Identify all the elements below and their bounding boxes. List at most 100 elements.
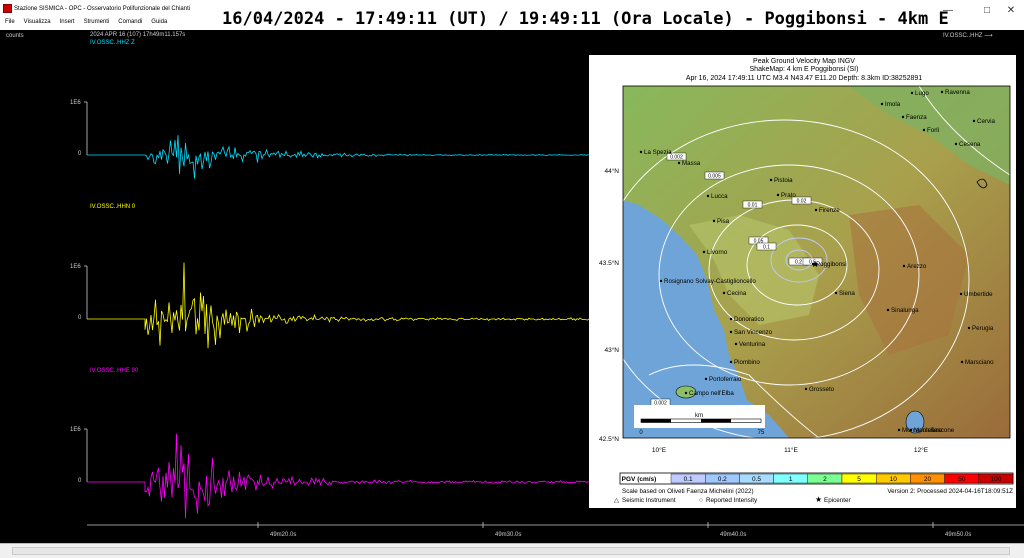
scale-label-z: 1E6 [70, 100, 81, 106]
app-icon [3, 4, 12, 13]
legend-value: 1 [789, 476, 793, 483]
close-button[interactable]: ✕ [1004, 5, 1018, 16]
city-label: Rosignano Solvay-Castiglioncello [664, 278, 756, 285]
city-label: Poggibonsi [816, 261, 847, 268]
menu-file[interactable]: File [5, 19, 15, 25]
time-tick: 49m30.0s [495, 532, 522, 538]
city-label: Grosseto [809, 386, 835, 393]
city-label: La Spezia [644, 149, 672, 156]
menu-guida[interactable]: Guida [151, 19, 167, 25]
city-label: Lugo [915, 90, 929, 97]
instrument-marker: △ [614, 497, 620, 504]
horizontal-scrollbar[interactable] [12, 547, 1010, 555]
contour-label: 0.2 [795, 260, 802, 266]
legend-value: 2 [823, 476, 827, 483]
scale-unit: km [695, 413, 703, 419]
title-bar: Stazione SISMICA - OPC - Osservatorio Po… [0, 0, 1024, 29]
city-label: Cervia [977, 118, 995, 125]
window-title: 16/04/2024 - 17:49:11 (UT) / 19:49:11 (O… [222, 9, 949, 29]
city-label: Cesena [959, 141, 981, 148]
city-label: Faenza [906, 114, 927, 121]
contour-label: 0.02 [797, 199, 807, 205]
map-event: Apr 16, 2024 17:49:11 UTC M3.4 N43.47 E1… [686, 75, 922, 82]
lat-tick: 43°N [604, 346, 619, 354]
lat-tick: 44°N [604, 167, 619, 175]
city-label: Massa [682, 160, 701, 167]
seismic-trace [87, 433, 590, 519]
shakemap-canvas: Peak Ground Velocity Map INGV ShakeMap: … [599, 58, 1014, 504]
menu-insert[interactable]: Insert [60, 19, 75, 25]
legend-value: 0.2 [718, 476, 727, 483]
minimize-button[interactable]: — [941, 5, 955, 16]
zero-label-z: 0 [78, 151, 82, 157]
zero-label-n: 0 [78, 315, 82, 321]
lat-tick: 43.5°N [599, 259, 619, 267]
counts-label: counts [6, 33, 24, 39]
legend-value: 100 [990, 476, 1001, 483]
contour-label: 0.1 [763, 245, 770, 251]
city-label: Firenze [819, 207, 840, 214]
city-label: Sinalunga [891, 307, 919, 314]
menu-bar: File Visualizza Insert Strumenti Comandi Guid… [0, 19, 230, 30]
city-label: Pisa [717, 218, 730, 225]
time-tick: 49m20.0s [270, 532, 297, 538]
time-header: 2024 APR 16 (107) 17h49m11.157s [90, 32, 186, 38]
legend-value: 5 [857, 476, 861, 483]
scale-max: 75 [758, 430, 765, 436]
station-right-label: IV.OSSC..HHZ ⟶ [943, 33, 993, 39]
status-bar [0, 543, 1024, 558]
contour-label: 0.005 [708, 174, 721, 180]
lat-tick: 42.5°N [599, 435, 619, 443]
scale-label-e: 1E6 [70, 427, 81, 433]
lon-tick: 11°E [784, 446, 798, 454]
shakemap-panel: Peak Ground Velocity Map INGV ShakeMap: … [589, 55, 1016, 508]
seismic-trace [87, 135, 590, 179]
city-label: Livorno [707, 249, 728, 256]
menu-comandi[interactable]: Comandi [118, 19, 142, 25]
epicenter-star: ★ [811, 259, 819, 269]
map-title: Peak Ground Velocity Map INGV [753, 58, 855, 65]
legend-value: 10 [890, 476, 898, 483]
city-label: Donoratico [734, 316, 764, 323]
legend-cells: 0.1 0.2 0.5 1 2 5 10 20 50 100 [670, 473, 1014, 484]
city-label: Imola [885, 101, 901, 108]
legend-value: 0.5 [752, 476, 761, 483]
key-instrument: Seismic Instrument [622, 497, 676, 504]
trace-label-n: IV.OSSC..HHN 0 [90, 204, 136, 210]
city-label: Lucca [711, 193, 728, 200]
city-label: Arezzo [907, 263, 927, 270]
reported-marker: ○ [699, 497, 703, 504]
time-tick: 49m50.0s [945, 532, 972, 538]
city-label: Prato [781, 192, 796, 199]
scale-label-n: 1E6 [70, 264, 81, 270]
contour-label: 0.01 [748, 203, 758, 209]
key-epicenter: Epicenter [824, 497, 851, 504]
map-subtitle: ShakeMap: 4 km E Poggibonsi (SI) [750, 66, 859, 73]
lon-tick: 10°E [652, 446, 667, 454]
key-reported: Reported Intensity [706, 497, 758, 504]
city-label: Ravenna [945, 89, 970, 96]
seismic-trace [87, 262, 590, 349]
lon-tick: 12°E [914, 446, 929, 454]
city-label: Perugia [972, 325, 994, 332]
time-tick: 49m40.0s [720, 532, 747, 538]
app-name: Stazione SISMICA - OPC - Osservatorio Po… [14, 6, 191, 12]
trace-label-z: IV.OSSC..HHZ Z [90, 40, 135, 46]
footer-left: Scale based on Oliveti Faenza Michelini … [622, 488, 754, 495]
city-label: Cecina [727, 290, 747, 297]
legend-value: 0.1 [684, 476, 693, 483]
city-label: Piombino [734, 359, 760, 366]
zero-label-e: 0 [78, 478, 82, 484]
city-label: Siena [839, 290, 855, 297]
epicenter-key-marker: ★ [815, 495, 822, 504]
city-label: Venturina [739, 341, 766, 348]
city-label: Campo nell'Elba [689, 390, 734, 397]
city-label: Marsciano [965, 359, 994, 366]
menu-visualizza[interactable]: Visualizza [24, 19, 51, 25]
maximize-button[interactable]: □ [980, 5, 994, 16]
trace-label-e: IV.OSSC..HHE 90 [90, 368, 139, 374]
city-label: Pistoia [774, 177, 793, 184]
menu-strumenti[interactable]: Strumenti [84, 19, 110, 25]
legend-value: 20 [924, 476, 932, 483]
legend-title: PGV (cm/s) [622, 476, 657, 483]
